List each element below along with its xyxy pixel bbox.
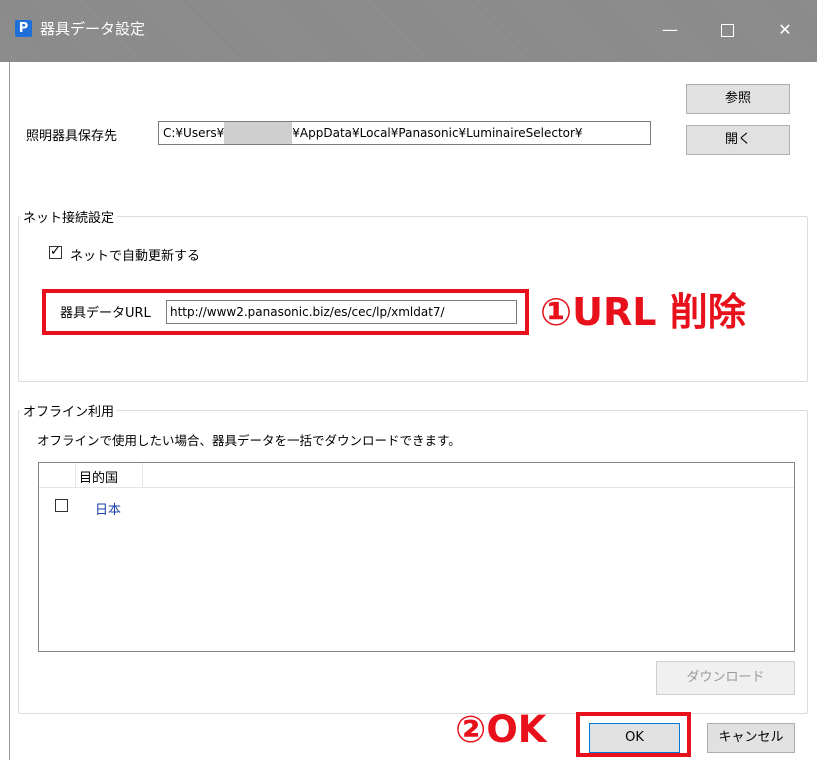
- list-header-country[interactable]: 目的国: [79, 467, 141, 487]
- window-title: 器具データ設定: [40, 20, 146, 38]
- redacted-username: [224, 122, 293, 144]
- app-icon: P: [15, 20, 32, 37]
- net-settings-title: ネット接続設定: [20, 207, 118, 226]
- minimize-button[interactable]: —: [648, 12, 692, 48]
- country-list[interactable]: 目的国 日本: [38, 462, 795, 652]
- auto-update-label: ネットで自動更新する: [70, 249, 201, 264]
- storage-path-suffix: ¥AppData¥Local¥Panasonic¥LuminaireSelect…: [292, 126, 583, 140]
- annotation-step2: ②OK: [455, 708, 547, 751]
- data-url-input[interactable]: [166, 300, 517, 324]
- country-label[interactable]: 日本: [95, 499, 121, 518]
- maximize-button[interactable]: [705, 12, 749, 48]
- ok-button[interactable]: OK: [589, 723, 680, 753]
- maximize-icon: [720, 24, 734, 37]
- storage-path-field[interactable]: C:¥Users¥ ¥AppData¥Local¥Panasonic¥Lumina…: [158, 121, 651, 145]
- list-header-checkbox-col: [39, 463, 76, 487]
- url-label: 器具データURL: [60, 306, 151, 321]
- auto-update-checkbox[interactable]: ✓: [49, 244, 62, 259]
- cancel-button[interactable]: キャンセル: [707, 723, 795, 753]
- close-button[interactable]: ✕: [763, 12, 807, 48]
- download-button[interactable]: ダウンロード: [656, 661, 795, 695]
- browse-button[interactable]: 参照: [686, 84, 790, 114]
- offline-title: オフライン利用: [20, 401, 118, 420]
- annotation-step1: ①URL 削除: [540, 290, 746, 334]
- title-bar: P 器具データ設定 — ✕: [0, 0, 817, 62]
- offline-description: オフラインで使用したい場合、器具データを一括でダウンロードできます。: [37, 433, 461, 448]
- list-header-divider: [142, 463, 143, 487]
- list-header-row: 目的国: [39, 463, 794, 488]
- storage-path-prefix: C:¥Users¥: [163, 126, 225, 140]
- storage-path-label: 照明器具保存先: [26, 129, 118, 144]
- checkmark-icon: ✓: [50, 244, 61, 259]
- open-button[interactable]: 開く: [686, 125, 790, 155]
- country-checkbox[interactable]: [55, 499, 68, 512]
- window-border-left: [9, 62, 10, 760]
